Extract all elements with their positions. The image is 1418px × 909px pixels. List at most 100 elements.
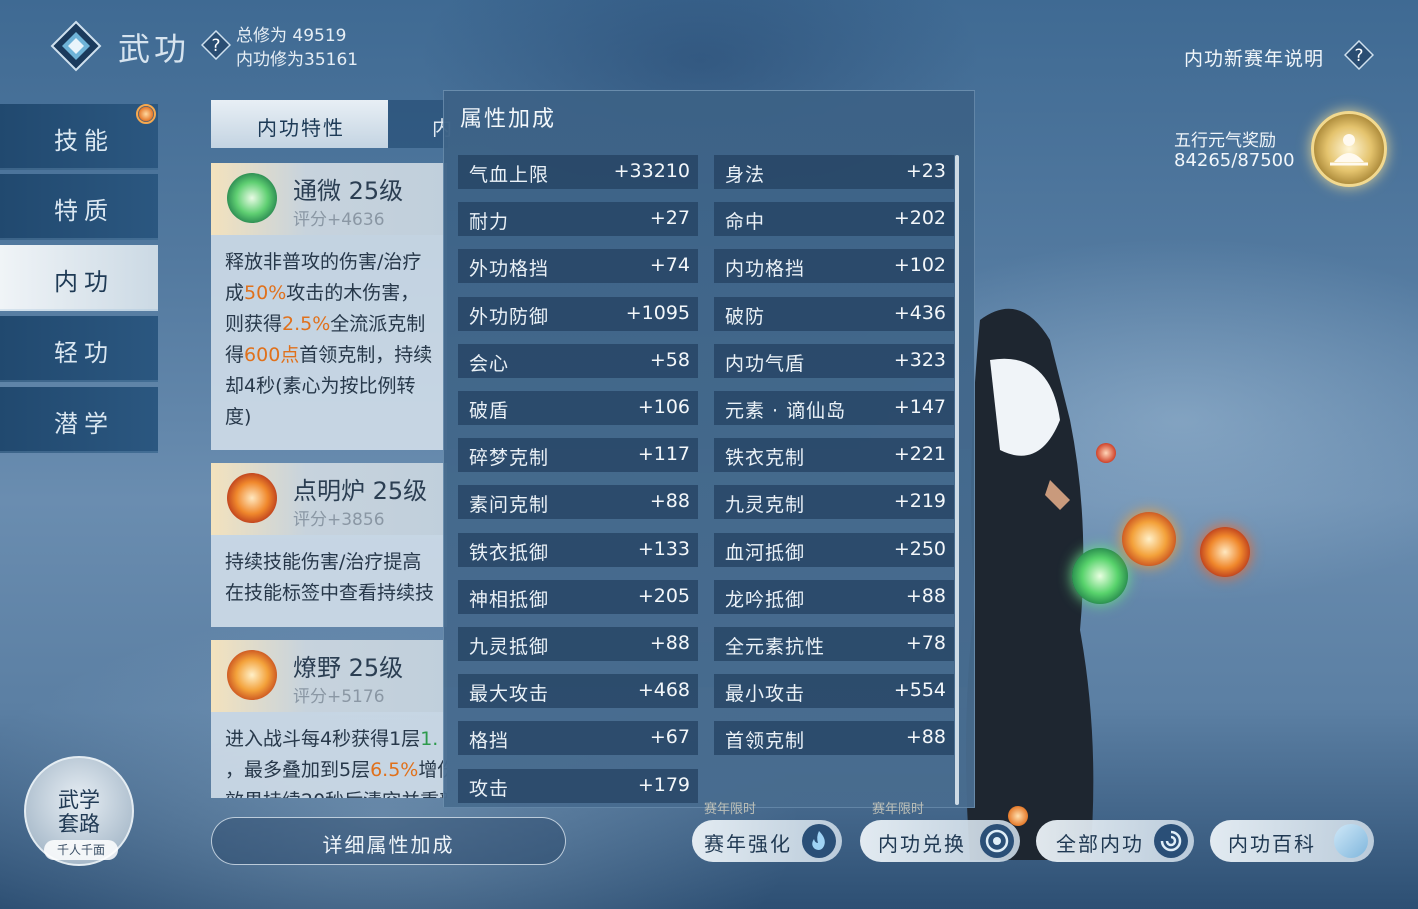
attribute-row: 外功防御 +1095 [458,296,698,331]
all-neigong-button[interactable]: 全部内功 [1036,820,1194,862]
skill-card-header[interactable]: 点明炉 25级 评分+3856 [211,463,447,535]
neigong-cultivation: 内功修为35161 [236,50,359,70]
attribute-value: +106 [637,396,690,418]
nav-qinggong[interactable]: 轻功 [0,316,158,382]
skill-desc-line: 得600点首领克制，持续 [225,340,432,371]
attribute-label: 首领克制 [725,730,806,753]
desc-text: 全流派克制 [330,313,426,335]
attribute-label: 元素 · 谪仙岛 [725,400,847,422]
attribute-label: 九灵克制 [725,494,806,517]
skill-desc-line: 效果持续20秒后清空并重新 [225,786,447,798]
desc-text: 效果持续20秒后清空并重新 [225,790,447,798]
attribute-label: 气血上限 [469,164,550,186]
wood-skill-icon [227,173,277,223]
attribute-row: 最大攻击 +468 [458,674,698,709]
skill-desc-line: 持续技能伤害/治疗提高 [225,547,421,578]
attribute-row: 铁衣抵御 +133 [458,532,698,567]
attribute-row: 攻击 +179 [458,768,698,803]
skill-card-desc: 持续技能伤害/治疗提高 在技能标签中查看持续技 [211,535,447,627]
skill-card-header[interactable]: 通微 25级 评分+4636 [211,163,447,235]
attribute-label: 血河抵御 [725,541,806,564]
nav-qianxue[interactable]: 潜学 [0,387,158,453]
wood-orb-icon[interactable] [1072,548,1128,604]
nav-neigong[interactable]: 内功 [0,245,158,311]
nav-skills[interactable]: 技能 [0,104,158,170]
popup-scrollbar[interactable] [955,155,959,805]
tab-neigong-traits[interactable]: 内功特性 [211,100,388,148]
attribute-label: 九灵抵御 [469,636,550,658]
attribute-value: +219 [893,490,946,513]
season-explain-link[interactable]: 内功新赛年说明 [1184,44,1324,71]
highlight-value: 6.5% [370,759,419,781]
attribute-value: +88 [649,632,690,654]
attribute-value: +221 [893,443,946,466]
attribute-value: +102 [893,254,946,277]
popup-title: 属性加成 [460,107,557,132]
skill-desc-line: 却4秒(素心为按比例转 [225,371,416,402]
skill-desc-line: 进入战斗每4秒获得1层1. [225,724,438,755]
help-icon[interactable]: ? [200,29,232,61]
attribute-label: 铁衣抵御 [469,541,550,564]
wuxing-reward-label: 五行元气奖励 [1174,131,1276,151]
attribute-label: 最小攻击 [725,683,806,706]
attribute-row: 血河抵御 +250 [714,532,954,567]
desc-text: 却4秒(素心为按比例转 [225,375,416,397]
attribute-value: +33210 [613,160,690,182]
attribute-label: 外功防御 [469,305,550,328]
skill-card-desc: 进入战斗每4秒获得1层1.，最多叠加到5层6.5%增伤效果持续20秒后清空并重新 [211,712,447,798]
total-cultivation: 总修为 49519 [236,26,347,46]
martial-route-badge[interactable]: 武学 套路 千人千面 [24,756,134,866]
attribute-value: +117 [637,443,690,466]
attribute-label: 最大攻击 [469,683,550,706]
attribute-value: +205 [637,584,690,607]
skill-card-desc: 释放非普攻的伤害/治疗 成50%攻击的木伤害， 则获得2.5%全流派克制 得600点首… [211,235,447,450]
attribute-label: 破盾 [469,400,510,422]
attribute-value: +67 [649,726,690,749]
skill-card-header[interactable]: 燎野 25级 评分+5176 [211,640,447,712]
attribute-label: 神相抵御 [469,588,550,611]
season-enhance-button[interactable]: 赛年强化 [692,820,842,862]
attribute-label: 全元素抗性 [725,636,826,658]
nav-traits[interactable]: 特质 [0,174,158,240]
neigong-wiki-button[interactable]: 内功百科 [1210,820,1374,862]
attribute-label: 铁衣克制 [725,447,806,470]
skill-desc-line: ，最多叠加到5层6.5%增伤 [225,755,447,786]
attribute-value: +468 [637,679,690,702]
attribute-value: +179 [637,773,690,796]
attribute-label: 外功格挡 [469,258,550,281]
fire-orb-icon[interactable] [1200,527,1250,577]
attribute-row: 铁衣克制 +221 [714,438,954,473]
swirl-icon [1154,824,1188,858]
attribute-label: 破防 [725,305,766,328]
attribute-row: 全元素抗性 +78 [714,627,954,661]
crystal-icon [1334,824,1368,858]
attribute-row: 九灵抵御 +88 [458,627,698,661]
attribute-row: 内功气盾 +323 [714,343,954,378]
attribute-label: 耐力 [469,211,510,234]
attribute-value: +436 [893,301,946,324]
attribute-value: +133 [637,537,690,560]
neigong-exchange-button[interactable]: 内功兑换 [860,820,1020,862]
season-help-icon[interactable]: ? [1343,39,1375,71]
attribute-value: +202 [893,207,946,230]
attribute-value: +323 [893,348,946,371]
flame-orb-icon[interactable] [1122,512,1176,566]
attribute-value: +58 [649,348,690,371]
detail-attributes-button[interactable]: 详细属性加成 [211,817,566,865]
attribute-row: 首领克制 +88 [714,721,954,756]
attribute-label: 素问克制 [469,494,550,517]
attribute-row: 神相抵御 +205 [458,579,698,614]
skill-desc-line: 释放非普攻的伤害/治疗 [225,247,421,278]
tab-second[interactable]: 内 [388,100,452,148]
attribute-value: +23 [905,160,946,182]
highlight-value: 50% [244,282,287,304]
desc-text: 持续技能伤害/治疗提高 [225,551,422,573]
wuxing-reward-value: 84265/87500 [1174,150,1295,171]
desc-text: ，最多叠加到5层 [225,759,371,781]
attribute-value: +27 [649,207,690,230]
desc-text: 首领克制，持续 [299,344,433,366]
small-orb-icon [1096,443,1116,463]
meditation-reward-icon[interactable] [1311,111,1387,187]
notify-dot-icon [136,104,156,124]
exchange-icon [980,824,1014,858]
